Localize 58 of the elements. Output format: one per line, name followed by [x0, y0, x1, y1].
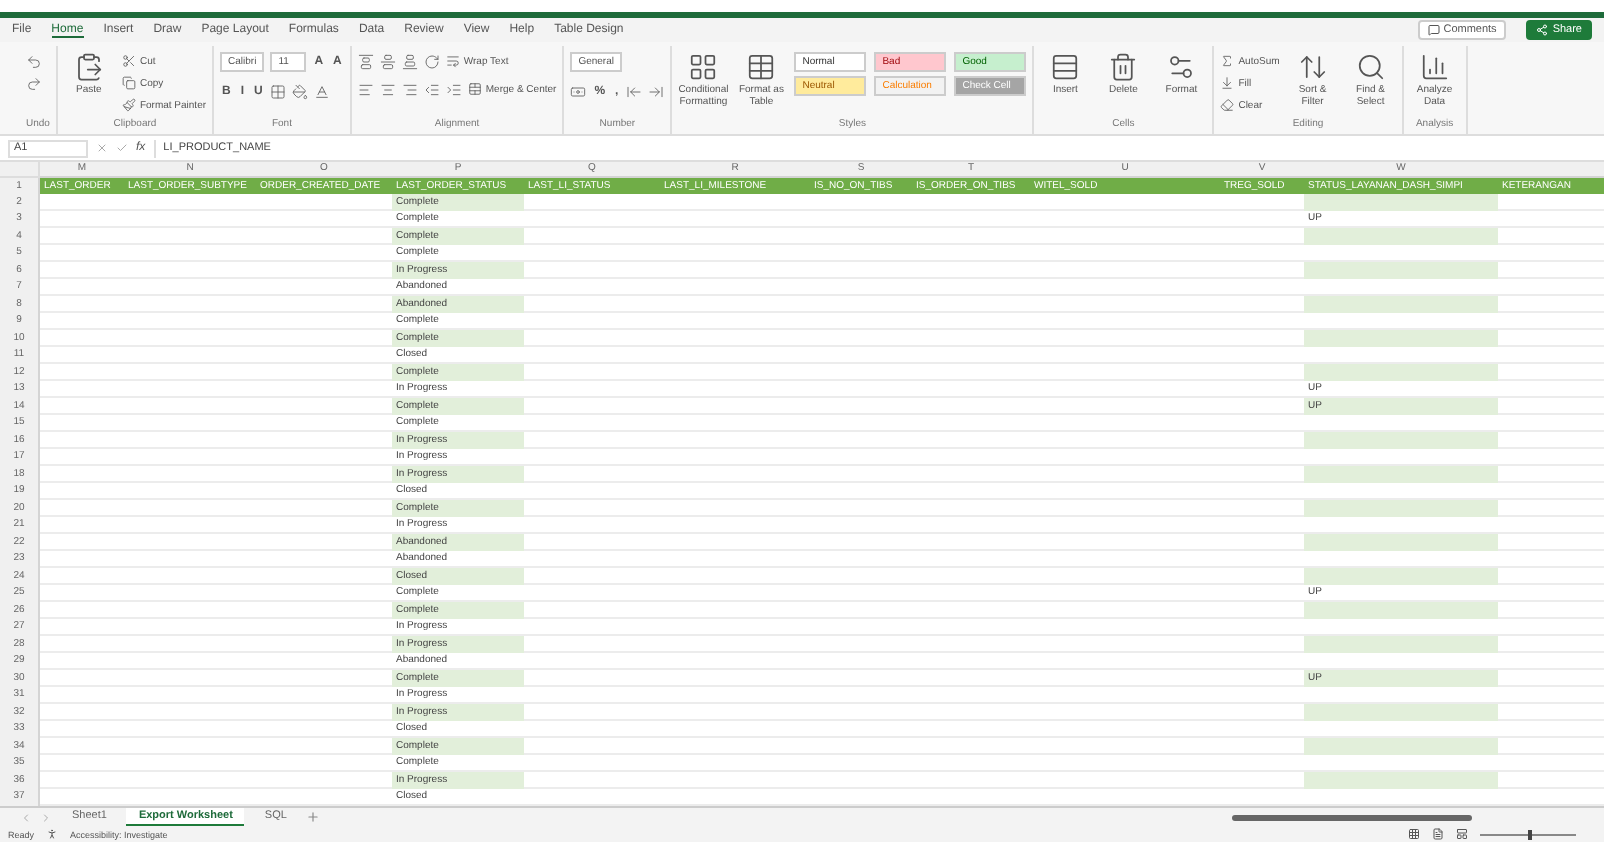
ribbon-icon-button[interactable] — [270, 82, 287, 100]
wrap-text-icon — [445, 54, 460, 68]
ribbon-icon-button[interactable] — [357, 80, 374, 98]
ribbon-icon-button[interactable] — [401, 52, 418, 70]
format-sliders-icon — [1166, 52, 1197, 82]
ribbon-icon-button[interactable] — [26, 74, 42, 92]
insert-rows-icon — [1050, 52, 1081, 82]
ribbon-icon-button[interactable] — [648, 82, 665, 100]
ribbon-icon-button[interactable] — [445, 80, 462, 98]
table-icon — [746, 52, 777, 82]
eraser-icon — [1220, 98, 1235, 112]
add-sheet-icon[interactable] — [306, 810, 321, 824]
align-bottom-icon — [401, 53, 418, 69]
normal-view-icon[interactable] — [1408, 828, 1420, 840]
undo-icon — [26, 53, 42, 69]
fill-down-icon — [1220, 76, 1235, 90]
clipboard-icon — [73, 52, 104, 82]
ribbon-icon-button[interactable] — [357, 52, 374, 70]
ribbon-icon-button[interactable] — [379, 80, 396, 98]
ribbon-icon-button[interactable] — [423, 52, 440, 70]
page-break-icon[interactable] — [1456, 828, 1468, 840]
paintbrush-icon — [121, 98, 136, 112]
align-top-icon — [357, 53, 374, 69]
rotate-icon — [423, 53, 440, 69]
banknote-icon — [570, 83, 587, 99]
ribbon-icon-button[interactable] — [314, 82, 331, 100]
scrollbar-thumb[interactable] — [1232, 814, 1472, 820]
trash-icon — [1108, 52, 1139, 82]
accessibility-icon[interactable] — [46, 828, 59, 840]
ribbon-icon-button[interactable] — [26, 52, 42, 70]
check-icon[interactable] — [116, 142, 128, 154]
speech-bubble-icon — [1427, 24, 1440, 36]
scissors-icon — [121, 54, 136, 68]
indent-increase-icon — [445, 81, 462, 97]
sigma-icon — [1220, 54, 1235, 68]
page-layout-icon[interactable] — [1432, 828, 1444, 840]
sort-icon — [1297, 52, 1328, 82]
ribbon-icon-button[interactable] — [401, 80, 418, 98]
align-center-icon — [379, 81, 396, 97]
search-icon — [1355, 52, 1386, 82]
ribbon-icon-button[interactable] — [626, 82, 643, 100]
redo-icon — [26, 75, 42, 91]
merge-cells-icon — [467, 82, 482, 96]
increase-decimal-icon — [648, 83, 665, 99]
align-left-icon — [357, 81, 374, 97]
share-icon — [1536, 24, 1549, 36]
copy-icon — [121, 76, 136, 90]
cancel-icon[interactable] — [96, 142, 108, 154]
decrease-decimal-icon — [626, 83, 643, 99]
ribbon-icon-button[interactable] — [570, 82, 587, 100]
ribbon-icon-button[interactable] — [292, 82, 309, 100]
font-color-icon — [314, 83, 331, 99]
ribbon-icon-button[interactable] — [379, 52, 396, 70]
align-right-icon — [401, 81, 418, 97]
border-icon — [270, 83, 287, 99]
paint-bucket-icon — [292, 83, 309, 99]
bar-chart-icon — [1419, 52, 1450, 82]
align-middle-icon — [379, 53, 396, 69]
